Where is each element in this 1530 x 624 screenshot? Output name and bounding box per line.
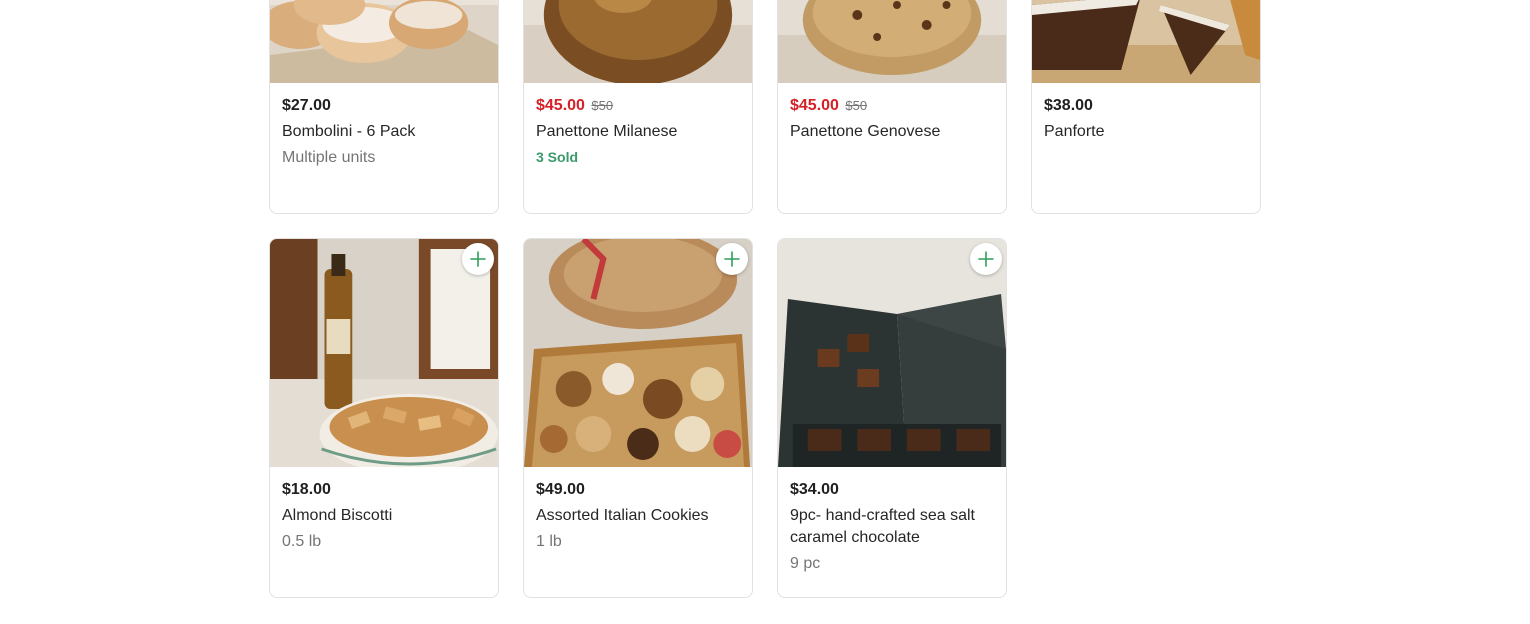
price: $27.00 <box>282 97 331 114</box>
product-grid: $27.00 Bombolini - 6 Pack Multiple units… <box>269 0 1261 598</box>
product-image-assorted-cookies[interactable] <box>524 239 752 467</box>
add-to-cart-button[interactable] <box>716 243 748 275</box>
price: $34.00 <box>790 481 839 498</box>
product-name: Panettone Genovese <box>790 123 941 140</box>
price: $38.00 <box>1044 97 1093 114</box>
product-card-panforte[interactable]: $38.00 Panforte <box>1031 0 1261 214</box>
price-row: $18.00 <box>282 479 486 501</box>
product-card-bombolini[interactable]: $27.00 Bombolini - 6 Pack Multiple units <box>269 0 499 214</box>
product-image-sea-salt-caramel-chocolate[interactable] <box>778 239 1006 467</box>
product-name: 9pc- hand-crafted sea salt caramel choco… <box>790 507 975 546</box>
panettone-genovese-image <box>778 0 1006 83</box>
product-card-sea-salt-caramel-chocolate[interactable]: $34.00 9pc- hand-crafted sea salt carame… <box>777 238 1007 598</box>
price-row: $45.00 $50 <box>790 95 994 117</box>
product-card-almond-biscotti[interactable]: $18.00 Almond Biscotti 0.5 lb <box>269 238 499 598</box>
price-row: $27.00 <box>282 95 486 117</box>
product-card-assorted-cookies[interactable]: $49.00 Assorted Italian Cookies 1 lb <box>523 238 753 598</box>
bombolini-image <box>270 0 498 83</box>
product-image-panettone-milanese[interactable] <box>524 0 752 83</box>
product-image-panforte[interactable] <box>1032 0 1260 83</box>
price-row: $34.00 <box>790 479 994 501</box>
original-price: $50 <box>845 98 868 113</box>
product-card-panettone-genovese[interactable]: $45.00 $50 Panettone Genovese <box>777 0 1007 214</box>
product-image-almond-biscotti[interactable] <box>270 239 498 467</box>
sold-count-badge: 3 Sold <box>536 149 579 165</box>
sale-price: $45.00 <box>790 97 839 114</box>
price-row: $38.00 <box>1044 95 1248 117</box>
product-unit: Multiple units <box>282 149 376 166</box>
price-row: $49.00 <box>536 479 740 501</box>
plus-icon <box>724 251 740 267</box>
product-name: Panettone Milanese <box>536 123 678 140</box>
product-name: Almond Biscotti <box>282 507 393 524</box>
price: $49.00 <box>536 481 585 498</box>
product-unit: 0.5 lb <box>282 533 322 550</box>
plus-icon <box>978 251 994 267</box>
product-card-panettone-milanese[interactable]: $45.00 $50 Panettone Milanese 3 Sold <box>523 0 753 214</box>
product-name: Assorted Italian Cookies <box>536 507 709 524</box>
product-unit: 9 pc <box>790 555 821 572</box>
cookies-image <box>524 239 752 467</box>
panforte-image <box>1032 0 1260 83</box>
biscotti-image <box>270 239 498 467</box>
add-to-cart-button[interactable] <box>462 243 494 275</box>
product-image-bombolini[interactable] <box>270 0 498 83</box>
plus-icon <box>470 251 486 267</box>
price-row: $45.00 $50 <box>536 95 740 117</box>
sale-price: $45.00 <box>536 97 585 114</box>
price: $18.00 <box>282 481 331 498</box>
panettone-image <box>524 0 752 83</box>
original-price: $50 <box>591 98 614 113</box>
product-image-panettone-genovese[interactable] <box>778 0 1006 83</box>
product-name: Panforte <box>1044 123 1105 140</box>
add-to-cart-button[interactable] <box>970 243 1002 275</box>
product-name: Bombolini - 6 Pack <box>282 123 416 140</box>
chocolate-image <box>778 239 1006 467</box>
product-unit: 1 lb <box>536 533 562 550</box>
